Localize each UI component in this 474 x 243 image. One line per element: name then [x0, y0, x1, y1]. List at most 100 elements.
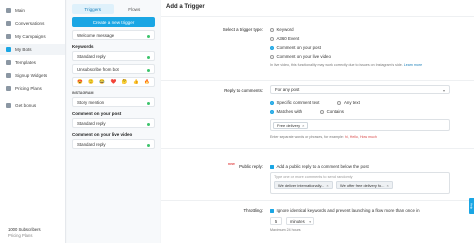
- sidebar-item-templates[interactable]: Templates: [0, 57, 65, 68]
- reply-tag: We offer free delivery fo... ×: [336, 181, 393, 189]
- option-label: Contains: [326, 109, 344, 114]
- option-label: Matches with: [276, 109, 303, 114]
- trigger-comment-post[interactable]: Standard reply: [72, 118, 155, 128]
- learn-more-link[interactable]: Learn more: [404, 63, 422, 67]
- option-specific-text[interactable]: Specific comment text: [270, 100, 319, 105]
- help-text: Enter separate words or phrases, for exa…: [270, 135, 344, 139]
- active-status-dot: [147, 122, 150, 126]
- radio-button[interactable]: [270, 27, 274, 32]
- trigger-label: Standard reply: [77, 141, 106, 147]
- template-icon: [6, 60, 11, 65]
- trigger-story-mention[interactable]: Story mention: [72, 97, 155, 107]
- radio-button[interactable]: [270, 54, 274, 59]
- example-keyword: hi: [344, 135, 348, 139]
- trigger-label: Unsubscribe from bot: [77, 66, 119, 72]
- public-reply-input[interactable]: Type one or more comments to send random…: [270, 172, 450, 194]
- emoji: ❤️: [110, 79, 117, 84]
- select-value: For any post: [275, 87, 300, 92]
- throttling-label: Throttling:: [243, 208, 263, 213]
- sidebar-item-label: Conversations: [15, 21, 45, 26]
- sidebar-item-campaigns[interactable]: My Campaigns: [0, 31, 65, 42]
- post-select[interactable]: For any post ▾: [270, 85, 450, 94]
- option-contains[interactable]: Contains: [320, 109, 344, 114]
- keyword-tag: Free delivery ×: [273, 122, 309, 129]
- option-any-text[interactable]: Any text: [337, 100, 360, 105]
- divider: [161, 16, 474, 17]
- keywords-heading: Keywords: [72, 44, 94, 49]
- active-status-dot: [147, 34, 150, 38]
- sidebar-item-bots[interactable]: My Bots: [0, 44, 65, 55]
- gift-icon: [6, 103, 11, 108]
- reply-to-label: Reply to comments:: [224, 88, 263, 93]
- option-label: Specific comment text: [276, 100, 320, 105]
- divider: [161, 200, 474, 201]
- input-placeholder: Type one or more comments to send random…: [274, 175, 353, 179]
- throttle-unit-select[interactable]: minutes ▾: [286, 217, 314, 225]
- public-reply-checkbox[interactable]: Add a public reply to a comment below th…: [270, 164, 369, 169]
- option-keyword[interactable]: Keyword: [270, 27, 294, 32]
- note-text: In live video, this functionality may wo…: [270, 63, 403, 67]
- sidebar-item-label: Pricing Plans: [15, 86, 42, 91]
- trigger-type-label: Select a trigger type:: [222, 27, 263, 32]
- radio-button[interactable]: [337, 100, 342, 105]
- help-tab[interactable]: Help: [469, 198, 474, 214]
- sidebar-item-label: Signup Widgets: [15, 73, 48, 78]
- checkbox[interactable]: [270, 164, 274, 169]
- create-trigger-button[interactable]: Create a new trigger: [72, 17, 155, 27]
- emoji: 😍: [77, 79, 83, 84]
- live-video-note: In live video, this functionality may wo…: [270, 63, 450, 68]
- trigger-welcome-message[interactable]: Welcome message: [72, 30, 155, 40]
- option-label: Comment on your live video: [276, 54, 331, 59]
- trigger-label: Standard reply: [77, 53, 106, 59]
- option-comment-post[interactable]: Comment on your post: [270, 45, 321, 50]
- bot-icon: [6, 47, 11, 52]
- emoji: 🙂: [88, 79, 94, 84]
- radio-button[interactable]: [270, 109, 274, 114]
- sidebar-item-label: Templates: [15, 60, 36, 65]
- checkbox[interactable]: [270, 208, 274, 213]
- tab-triggers[interactable]: Triggers: [72, 4, 114, 14]
- throttling-checkbox[interactable]: Ignore identical keywords and prevent la…: [270, 208, 420, 213]
- active-status-dot: [147, 101, 150, 105]
- close-icon[interactable]: ×: [326, 183, 328, 188]
- radio-button[interactable]: [270, 36, 274, 41]
- throttle-max-note: Maximum 24 hours: [270, 228, 301, 232]
- sidebar-item-pricing[interactable]: Pricing Plans: [0, 83, 65, 94]
- sidebar-item-conversations[interactable]: Conversations: [0, 18, 65, 29]
- active-status-dot: [147, 68, 150, 72]
- add-trigger-form: Add a Trigger Select a trigger type: Key…: [161, 0, 474, 243]
- trigger-keyword-unsubscribe[interactable]: Unsubscribe from bot: [72, 64, 155, 74]
- divider: [161, 80, 474, 81]
- example-keyword: Hello: [349, 135, 358, 139]
- trigger-comment-live[interactable]: Standard reply: [72, 139, 155, 149]
- page-title: Add a Trigger: [166, 4, 205, 10]
- close-icon[interactable]: ×: [302, 123, 304, 128]
- tab-flows[interactable]: Flows: [114, 4, 156, 14]
- option-label: A360 Event: [276, 36, 300, 41]
- option-a360-event[interactable]: A360 Event: [270, 36, 299, 41]
- sidebar-item-main[interactable]: Main: [0, 5, 65, 16]
- checkbox-label: Add a public reply to a comment below th…: [276, 164, 369, 169]
- chevron-down-icon: ▾: [442, 88, 445, 93]
- sidebar-item-widgets[interactable]: Signup Widgets: [0, 70, 65, 81]
- close-icon[interactable]: ×: [386, 183, 388, 188]
- radio-button[interactable]: [320, 109, 325, 114]
- radio-button[interactable]: [270, 100, 274, 105]
- sidebar-item-bonus[interactable]: Get bonus: [0, 100, 65, 111]
- keyword-help-text: Enter separate words or phrases, for exa…: [270, 135, 377, 139]
- keyword-tag-input[interactable]: Free delivery ×: [270, 119, 450, 131]
- sidebar-item-label: Main: [15, 8, 25, 13]
- trigger-label: Welcome message: [77, 32, 115, 38]
- trigger-emoji-keywords[interactable]: 😍 🙂 😂 ❤️ 🤔 👍 🔥: [72, 77, 155, 87]
- tag-label: Free delivery: [277, 123, 301, 128]
- option-comment-live[interactable]: Comment on your live video: [270, 54, 331, 59]
- radio-button[interactable]: [270, 45, 274, 50]
- triggers-panel: Triggers Flows Create a new trigger Welc…: [67, 0, 160, 243]
- public-reply-label: Public reply:: [239, 164, 263, 169]
- sidebar: Main Conversations My Campaigns My Bots …: [0, 0, 66, 243]
- option-matches-with[interactable]: Matches with: [270, 109, 302, 114]
- trigger-keyword-standard[interactable]: Standard reply: [72, 51, 155, 61]
- widget-icon: [6, 73, 11, 78]
- throttle-value-input[interactable]: 5: [270, 217, 282, 225]
- plan-link[interactable]: Pricing Plans: [8, 233, 41, 239]
